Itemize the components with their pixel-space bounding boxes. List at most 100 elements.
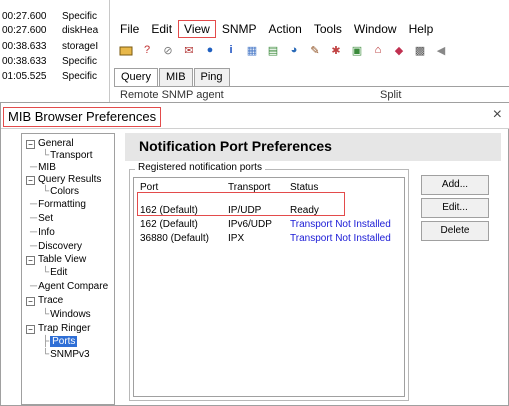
delete-button[interactable]: Delete bbox=[421, 221, 489, 241]
menu-snmp[interactable]: SNMP bbox=[216, 20, 263, 38]
cell-port: 162 (Default) bbox=[140, 205, 198, 216]
log-time: 00:38.633 bbox=[2, 56, 47, 67]
tree-label: Set bbox=[38, 213, 54, 224]
branch-line-icon: ├ bbox=[42, 336, 50, 347]
preferences-tree: − General └Transport ─MIB − Query Results … bbox=[21, 133, 115, 405]
tree-item-snmpv3[interactable]: └SNMPv3 bbox=[42, 349, 90, 361]
help-query-icon[interactable]: ? bbox=[139, 42, 155, 58]
table-row[interactable]: 162 (Default) IPv6/UDP Transport Not Ins… bbox=[134, 218, 404, 232]
tree-item-formatting[interactable]: ─Formatting bbox=[30, 199, 86, 211]
collapse-icon[interactable]: − bbox=[26, 140, 35, 149]
query-tabs: Query MIB Ping bbox=[114, 68, 231, 86]
tree-label: Query Results bbox=[38, 174, 102, 185]
stop-icon[interactable]: ⊘ bbox=[160, 42, 176, 58]
tree-item-transport[interactable]: └Transport bbox=[42, 150, 93, 162]
mib-icon[interactable]: ▩ bbox=[412, 42, 428, 58]
cell-transport: IP/UDP bbox=[228, 205, 262, 216]
menu-window[interactable]: Window bbox=[348, 20, 403, 38]
table-row[interactable]: 162 (Default) IP/UDP Ready bbox=[134, 204, 404, 218]
menu-edit[interactable]: Edit bbox=[145, 20, 178, 38]
trace-icon[interactable]: ✎ bbox=[307, 42, 323, 58]
column-header-status[interactable]: Status bbox=[290, 182, 318, 193]
log-row[interactable]: 00:27.600 Specific bbox=[0, 10, 109, 24]
log-time: 00:38.633 bbox=[2, 41, 47, 52]
cell-transport: IPX bbox=[228, 233, 245, 244]
cell-port: 36880 (Default) bbox=[140, 233, 209, 244]
group-label: Registered notification ports bbox=[135, 162, 265, 173]
compare-icon[interactable]: ◕ bbox=[286, 42, 302, 58]
tree-item-edit[interactable]: └Edit bbox=[42, 267, 67, 279]
column-header-transport[interactable]: Transport bbox=[228, 182, 270, 193]
branch-line-icon: ─ bbox=[30, 227, 38, 238]
back-icon[interactable]: ◀ bbox=[433, 42, 449, 58]
tree-item-trace[interactable]: − Trace bbox=[26, 295, 63, 307]
menu-file[interactable]: File bbox=[114, 20, 145, 38]
tree-item-general[interactable]: − General bbox=[26, 138, 74, 150]
preferences-dialog: MIB Browser Preferences × − General └Tran… bbox=[0, 102, 509, 406]
tree-item-mib[interactable]: ─MIB bbox=[30, 162, 56, 174]
dialog-title-bar: MIB Browser Preferences × bbox=[1, 103, 509, 129]
collapse-icon[interactable]: − bbox=[26, 297, 35, 306]
column-header-port[interactable]: Port bbox=[140, 182, 158, 193]
trap-icon[interactable]: ✉ bbox=[181, 42, 197, 58]
menu-help[interactable]: Help bbox=[403, 20, 440, 38]
branch-line-icon: ─ bbox=[30, 162, 38, 173]
tree-item-windows[interactable]: └Windows bbox=[42, 309, 91, 321]
section-title: Notification Port Preferences bbox=[139, 138, 332, 154]
branch-line-icon: ─ bbox=[30, 213, 38, 224]
log-name: Specific bbox=[62, 71, 98, 82]
tab-ping[interactable]: Ping bbox=[193, 68, 230, 86]
tab-mib[interactable]: MIB bbox=[158, 68, 193, 86]
section-header: Notification Port Preferences bbox=[125, 133, 501, 161]
chart-icon[interactable]: ▤ bbox=[265, 42, 281, 58]
collapse-icon[interactable]: − bbox=[26, 325, 35, 334]
tree-label: Trace bbox=[38, 295, 64, 306]
edit-button[interactable]: Edit... bbox=[421, 198, 489, 218]
collapse-icon[interactable]: − bbox=[26, 256, 35, 265]
info-icon[interactable]: i bbox=[223, 42, 239, 58]
tree-label: Edit bbox=[50, 267, 68, 278]
tree-item-info[interactable]: ─Info bbox=[30, 227, 55, 239]
tree-item-query-results[interactable]: − Query Results bbox=[26, 174, 101, 186]
tab-query[interactable]: Query bbox=[114, 68, 158, 86]
table-row[interactable]: 36880 (Default) IPX Transport Not Instal… bbox=[134, 232, 404, 246]
log-row[interactable]: 00:38.633 Specific bbox=[0, 55, 109, 69]
log-name: Specific bbox=[62, 56, 98, 67]
home-icon[interactable]: ⌂ bbox=[370, 42, 386, 58]
branch-line-icon: ─ bbox=[30, 241, 38, 252]
log-row[interactable]: 00:27.600 diskHea bbox=[0, 24, 109, 38]
cell-status: Transport Not Installed bbox=[290, 233, 391, 244]
collapse-icon[interactable]: − bbox=[26, 176, 35, 185]
add-button[interactable]: Add... bbox=[421, 175, 489, 195]
tree-label: Discovery bbox=[38, 241, 82, 252]
branch-line-icon: └ bbox=[42, 309, 50, 320]
log-row[interactable]: 01:05.525 Specific bbox=[0, 70, 109, 84]
open-icon[interactable] bbox=[118, 42, 134, 58]
tree-item-ports[interactable]: ├ Ports bbox=[42, 336, 78, 348]
export-icon[interactable]: ▣ bbox=[349, 42, 365, 58]
log-name: storageI bbox=[62, 41, 99, 52]
table-icon[interactable]: ▦ bbox=[244, 42, 260, 58]
ringer-icon[interactable]: ✱ bbox=[328, 42, 344, 58]
split-label[interactable]: Split bbox=[380, 87, 401, 103]
tree-item-table-view[interactable]: − Table View bbox=[26, 254, 86, 266]
tree-item-discovery[interactable]: ─Discovery bbox=[30, 241, 82, 253]
bookmark-icon[interactable]: ◆ bbox=[391, 42, 407, 58]
log-name: Specific bbox=[62, 11, 98, 22]
tree-label: SNMPv3 bbox=[50, 349, 90, 360]
tree-label: Windows bbox=[50, 309, 91, 320]
menu-view[interactable]: View bbox=[178, 20, 216, 38]
menu-action[interactable]: Action bbox=[263, 20, 308, 38]
branch-line-icon: ─ bbox=[30, 199, 38, 210]
close-icon[interactable]: × bbox=[493, 106, 502, 124]
log-row[interactable]: 00:38.633 storageI bbox=[0, 40, 109, 54]
tree-item-trap-ringer[interactable]: − Trap Ringer bbox=[26, 323, 90, 335]
dialog-title: MIB Browser Preferences bbox=[3, 107, 162, 127]
globe-icon[interactable]: ● bbox=[202, 42, 218, 58]
menu-tools[interactable]: Tools bbox=[308, 20, 348, 38]
tree-item-set[interactable]: ─Set bbox=[30, 213, 53, 225]
tree-item-agent-compare[interactable]: ─Agent Compare bbox=[30, 281, 108, 293]
log-name: diskHea bbox=[62, 25, 99, 36]
tree-item-colors[interactable]: └Colors bbox=[42, 186, 79, 198]
tree-label: Table View bbox=[38, 254, 87, 265]
